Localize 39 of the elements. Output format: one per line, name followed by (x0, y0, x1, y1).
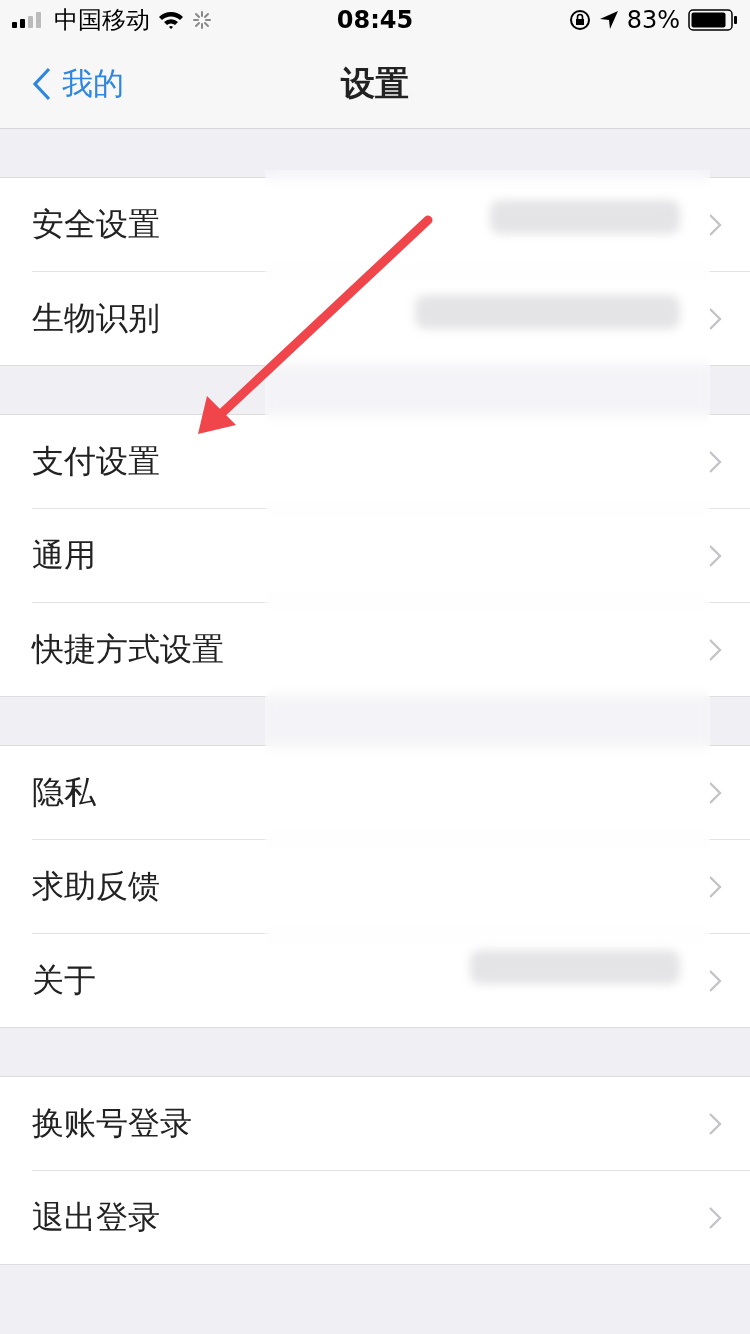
back-chevron-icon (32, 67, 52, 101)
battery-percent: 83% (626, 6, 680, 34)
row-label: 通用 (32, 534, 96, 576)
chevron-icon (708, 1111, 722, 1136)
settings-row[interactable]: 退出登录 (32, 1171, 750, 1264)
chevron-icon (708, 212, 722, 237)
back-button[interactable]: 我的 (0, 63, 124, 105)
wifi-icon (158, 10, 184, 30)
rotation-lock-icon (568, 9, 591, 31)
settings-row[interactable]: 隐私 (32, 746, 750, 840)
row-label: 快捷方式设置 (32, 628, 224, 670)
clock-time: 08:45 (336, 6, 414, 34)
chevron-icon (708, 543, 722, 568)
settings-row[interactable]: 求助反馈 (32, 840, 750, 934)
row-label: 支付设置 (32, 440, 160, 482)
row-label: 换账号登录 (32, 1102, 192, 1144)
settings-row[interactable]: 快捷方式设置 (32, 603, 750, 696)
location-icon (598, 10, 619, 30)
chevron-icon (708, 449, 722, 474)
page-title: 设置 (341, 62, 409, 105)
spinner-icon (192, 10, 212, 30)
settings-row[interactable]: 换账号登录 (32, 1077, 750, 1171)
row-label: 退出登录 (32, 1196, 160, 1238)
row-label: 关于 (32, 959, 96, 1001)
settings-row[interactable]: 生物识别 (32, 272, 750, 365)
carrier-name: 中国移动 (54, 5, 150, 36)
chevron-icon (708, 1205, 722, 1230)
chevron-icon (708, 874, 722, 899)
chevron-icon (708, 780, 722, 805)
settings-row[interactable]: 通用 (32, 509, 750, 603)
row-label: 生物识别 (32, 297, 160, 339)
row-label: 安全设置 (32, 203, 160, 245)
chevron-icon (708, 968, 722, 993)
settings-row[interactable]: 关于 (32, 934, 750, 1027)
chevron-icon (708, 637, 722, 662)
row-label: 隐私 (32, 771, 96, 813)
row-label: 求助反馈 (32, 865, 160, 907)
chevron-icon (708, 306, 722, 331)
battery-icon (688, 9, 738, 31)
